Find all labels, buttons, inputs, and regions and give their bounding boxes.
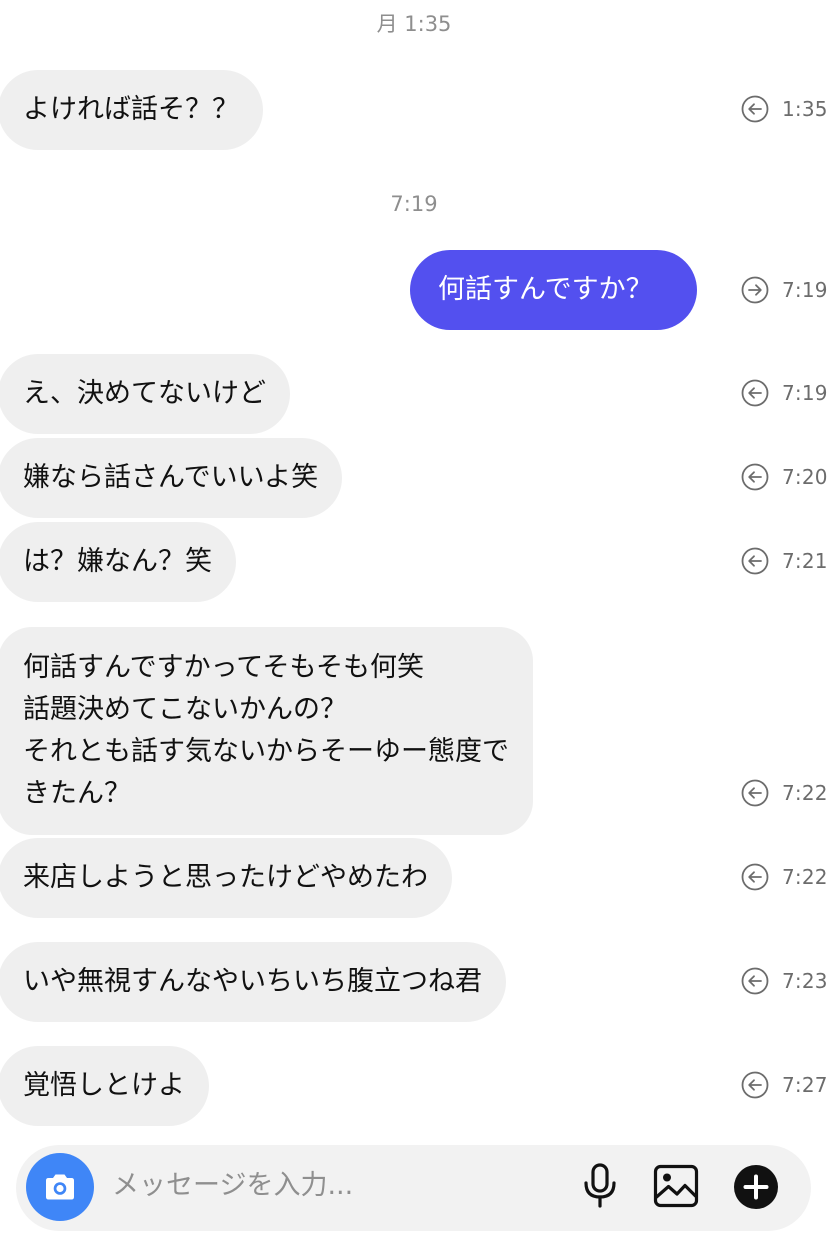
message-text: 覚悟しとけよ bbox=[23, 1070, 185, 1101]
message-text-line: それとも話す気ないからそーゆー態度で bbox=[23, 736, 509, 767]
message-time: 7:27 bbox=[782, 1073, 828, 1097]
message-meta: 7:23 bbox=[741, 966, 828, 996]
message-time: 7:22 bbox=[782, 865, 828, 889]
received-message-bubble[interactable]: は？嫌なん？笑 bbox=[0, 522, 236, 602]
message-text: は？嫌なん？笑 bbox=[23, 546, 212, 577]
microphone-icon bbox=[584, 1163, 616, 1208]
plus-icon bbox=[734, 1165, 778, 1209]
message-text: いや無視すんなやいちいち腹立つね君 bbox=[23, 966, 482, 997]
message-time: 1:35 bbox=[782, 97, 828, 121]
message-time: 7:22 bbox=[782, 781, 828, 805]
image-button[interactable] bbox=[652, 1163, 700, 1209]
camera-icon bbox=[46, 1174, 74, 1200]
message-text: 嫌なら話さんでいいよ笑 bbox=[23, 462, 319, 493]
received-arrow-icon bbox=[741, 863, 769, 891]
received-message-bubble[interactable]: え、決めてないけど bbox=[0, 354, 290, 434]
image-icon bbox=[653, 1164, 699, 1208]
message-text: え、決めてないけど bbox=[23, 378, 266, 409]
message-time: 7:20 bbox=[782, 465, 828, 489]
received-message-bubble[interactable]: 覚悟しとけよ bbox=[0, 1046, 209, 1126]
camera-button[interactable] bbox=[26, 1153, 94, 1221]
microphone-button[interactable] bbox=[580, 1163, 620, 1209]
add-button[interactable] bbox=[733, 1164, 779, 1210]
message-meta: 7:19 bbox=[741, 378, 828, 408]
message-text-line: 話題決めてこないかんの？ bbox=[23, 694, 347, 725]
sent-message-bubble[interactable]: 何話すんですか？ bbox=[410, 250, 697, 330]
message-text-line: 何話すんですかってそもそも何笑 bbox=[23, 652, 424, 683]
message-meta: 1:35 bbox=[741, 94, 828, 124]
time-separator: 7:19 bbox=[390, 192, 438, 216]
received-arrow-icon bbox=[741, 463, 769, 491]
message-text-line: きたん？ bbox=[23, 778, 131, 809]
received-message-bubble[interactable]: 何話すんですかってそもそも何笑 話題決めてこないかんの？ それとも話す気ないから… bbox=[0, 627, 533, 835]
message-time: 7:23 bbox=[782, 969, 828, 993]
message-meta: 7:20 bbox=[741, 462, 828, 492]
message-text: 来店しようと思ったけどやめたわ bbox=[23, 862, 428, 893]
message-meta: 7:22 bbox=[741, 862, 828, 892]
message-meta: 7:19 bbox=[741, 275, 828, 305]
received-message-bubble[interactable]: 嫌なら話さんでいいよ笑 bbox=[0, 438, 343, 518]
message-text: よければ話そ？？ bbox=[23, 94, 239, 125]
received-arrow-icon bbox=[741, 547, 769, 575]
date-separator: 月 1:35 bbox=[376, 12, 452, 36]
message-time: 7:19 bbox=[782, 381, 828, 405]
message-meta: 7:22 bbox=[741, 778, 828, 808]
message-meta: 7:27 bbox=[741, 1070, 828, 1100]
received-arrow-icon bbox=[741, 95, 769, 123]
received-message-bubble[interactable]: 来店しようと思ったけどやめたわ bbox=[0, 838, 452, 918]
message-input[interactable]: メッセージを入力... bbox=[112, 1164, 552, 1208]
sent-arrow-icon bbox=[741, 276, 769, 304]
message-time: 7:21 bbox=[782, 549, 828, 573]
received-arrow-icon bbox=[741, 1071, 769, 1099]
message-text: 何話すんですか？ bbox=[438, 274, 653, 305]
received-message-bubble[interactable]: いや無視すんなやいちいち腹立つね君 bbox=[0, 942, 506, 1022]
received-message-bubble[interactable]: よければ話そ？？ bbox=[0, 70, 263, 150]
received-arrow-icon bbox=[741, 779, 769, 807]
received-arrow-icon bbox=[741, 967, 769, 995]
received-arrow-icon bbox=[741, 379, 769, 407]
message-meta: 7:21 bbox=[741, 546, 828, 576]
message-time: 7:19 bbox=[782, 278, 828, 302]
